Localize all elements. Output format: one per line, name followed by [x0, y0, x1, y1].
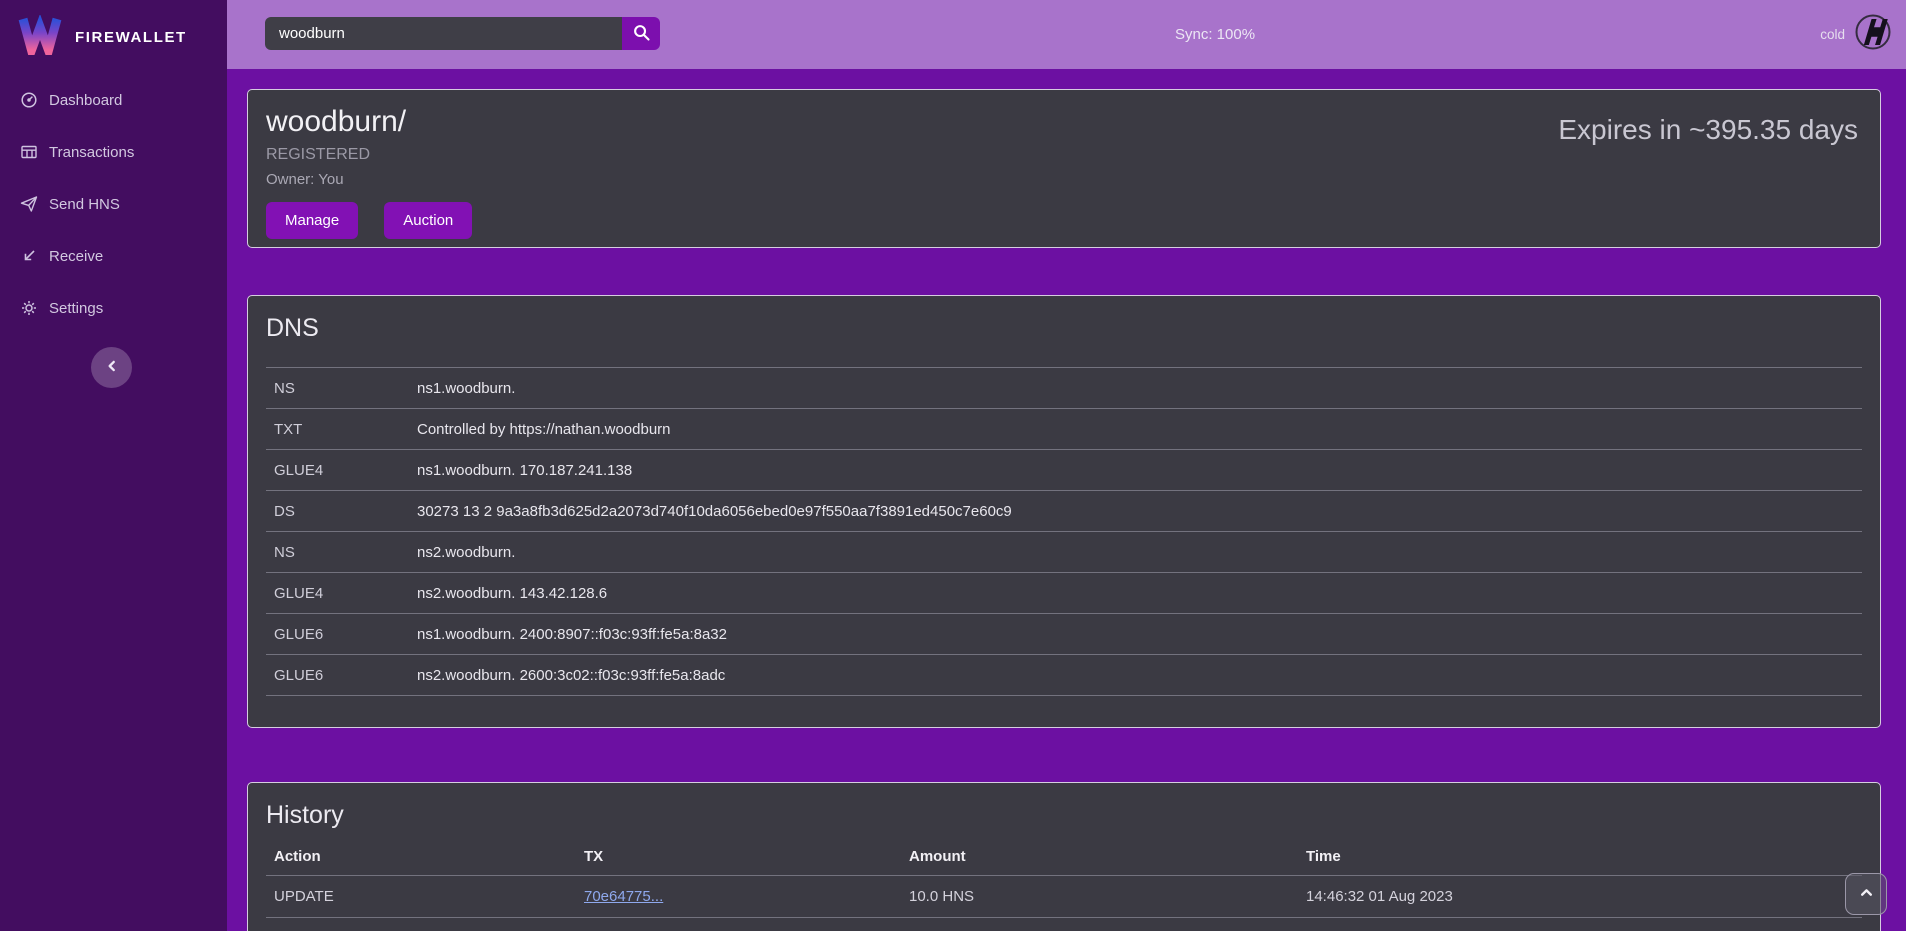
auction-button[interactable]: Auction: [384, 202, 472, 239]
dns-record-row: GLUE4 ns2.woodburn. 143.42.128.6: [266, 573, 1862, 614]
wallet-selector[interactable]: cold: [1820, 0, 1892, 69]
dns-record-value: 30273 13 2 9a3a8fb3d625d2a2073d740f10da6…: [417, 503, 1862, 520]
sidebar-nav: Dashboard Transactions Send HNS Receive …: [0, 74, 227, 334]
domain-card: woodburn/ REGISTERED Owner: You Manage A…: [247, 89, 1881, 248]
sidebar-item-receive[interactable]: Receive: [0, 230, 227, 282]
sidebar-item-send-hns[interactable]: Send HNS: [0, 178, 227, 230]
sidebar-item-label: Send HNS: [49, 196, 120, 213]
topbar: Sync: 100% cold: [227, 0, 1906, 69]
sidebar-item-label: Settings: [49, 300, 103, 317]
history-table: Action TX Amount Time UPDATE 70e64775...…: [266, 838, 1862, 931]
history-time: 14:46:32 01 Aug 2023: [1306, 888, 1862, 905]
history-col-time: Time: [1306, 848, 1862, 865]
wallet-name: cold: [1820, 27, 1845, 42]
domain-status-badge: REGISTERED: [266, 146, 472, 164]
receive-arrow-icon: [20, 247, 38, 265]
history-row: RENEW d7bc5c4... 10.0 HNS 15:47:36 07 Ju…: [266, 918, 1862, 931]
send-plane-icon: [20, 195, 38, 213]
search-input[interactable]: [265, 17, 622, 50]
dns-record-value: ns1.woodburn. 2400:8907::f03c:93ff:fe5a:…: [417, 626, 1862, 643]
settings-gear-icon: [20, 299, 38, 317]
dns-record-type: GLUE4: [274, 462, 417, 479]
history-row: UPDATE 70e64775... 10.0 HNS 14:46:32 01 …: [266, 876, 1862, 918]
dns-record-row: GLUE4 ns1.woodburn. 170.187.241.138: [266, 450, 1862, 491]
transactions-table-icon: [20, 143, 38, 161]
dns-record-type: GLUE4: [274, 585, 417, 602]
domain-expiry: Expires in ~395.35 days: [1558, 114, 1858, 247]
dns-record-type: GLUE6: [274, 626, 417, 643]
manage-button[interactable]: Manage: [266, 202, 358, 239]
dns-card: DNS NS ns1.woodburn. TXT Controlled by h…: [247, 295, 1881, 728]
domain-info: woodburn/ REGISTERED Owner: You Manage A…: [266, 105, 472, 247]
search-button[interactable]: [622, 17, 660, 50]
history-header-row: Action TX Amount Time: [266, 838, 1862, 876]
domain-owner: Owner: You: [266, 171, 472, 188]
history-col-amount: Amount: [909, 848, 1306, 865]
sidebar-item-settings[interactable]: Settings: [0, 282, 227, 334]
dns-record-value: ns2.woodburn. 2600:3c02::f03c:93ff:fe5a:…: [417, 667, 1862, 684]
dns-record-row: DS 30273 13 2 9a3a8fb3d625d2a2073d740f10…: [266, 491, 1862, 532]
dns-record-value: ns1.woodburn.: [417, 380, 1862, 397]
dns-record-type: GLUE6: [274, 667, 417, 684]
dns-record-value: ns2.woodburn.: [417, 544, 1862, 561]
dns-record-type: DS: [274, 503, 417, 520]
history-title: History: [266, 801, 1862, 830]
history-col-tx: TX: [584, 848, 909, 865]
scroll-to-top-button[interactable]: [1845, 873, 1887, 915]
dns-record-value: ns1.woodburn. 170.187.241.138: [417, 462, 1862, 479]
tx-link[interactable]: 70e64775...: [584, 888, 663, 905]
sidebar: FIREWALLET Dashboard Transactions Send H…: [0, 0, 227, 931]
sidebar-collapse-button[interactable]: [91, 347, 132, 388]
dns-record-row: GLUE6 ns1.woodburn. 2400:8907::f03c:93ff…: [266, 614, 1862, 655]
dns-record-value: Controlled by https://nathan.woodburn: [417, 421, 1862, 438]
dashboard-gauge-icon: [20, 91, 38, 109]
search-bar: [265, 17, 660, 50]
dns-table: NS ns1.woodburn. TXT Controlled by https…: [266, 367, 1862, 696]
dns-record-type: TXT: [274, 421, 417, 438]
dns-title: DNS: [266, 314, 1862, 343]
handshake-logo-icon[interactable]: [1854, 13, 1892, 56]
sidebar-item-transactions[interactable]: Transactions: [0, 126, 227, 178]
sidebar-item-label: Transactions: [49, 144, 134, 161]
sidebar-item-dashboard[interactable]: Dashboard: [0, 74, 227, 126]
dns-record-type: NS: [274, 544, 417, 561]
brand-name: FIREWALLET: [75, 29, 187, 46]
brand[interactable]: FIREWALLET: [0, 0, 227, 62]
dns-record-row: TXT Controlled by https://nathan.woodbur…: [266, 409, 1862, 450]
domain-actions: Manage Auction: [266, 202, 472, 239]
sidebar-item-label: Dashboard: [49, 92, 122, 109]
history-amount: 10.0 HNS: [909, 888, 1306, 905]
search-icon: [632, 23, 651, 45]
firewallet-app: { "colors": { "sidebar_bg": "#430d60", "…: [0, 0, 1906, 931]
domain-name: woodburn/: [266, 105, 472, 139]
history-action: UPDATE: [274, 888, 584, 905]
dns-record-row: GLUE6 ns2.woodburn. 2600:3c02::f03c:93ff…: [266, 655, 1862, 696]
firewallet-w-logo: [18, 15, 62, 60]
dns-record-row: NS ns1.woodburn.: [266, 368, 1862, 409]
dns-record-value: ns2.woodburn. 143.42.128.6: [417, 585, 1862, 602]
sidebar-item-label: Receive: [49, 248, 103, 265]
chevron-left-icon: [105, 359, 119, 376]
sync-status: Sync: 100%: [1175, 0, 1255, 69]
chevron-up-icon: [1859, 885, 1874, 903]
history-col-action: Action: [274, 848, 584, 865]
dns-record-type: NS: [274, 380, 417, 397]
history-card: History Action TX Amount Time UPDATE 70e…: [247, 782, 1881, 931]
dns-record-row: NS ns2.woodburn.: [266, 532, 1862, 573]
